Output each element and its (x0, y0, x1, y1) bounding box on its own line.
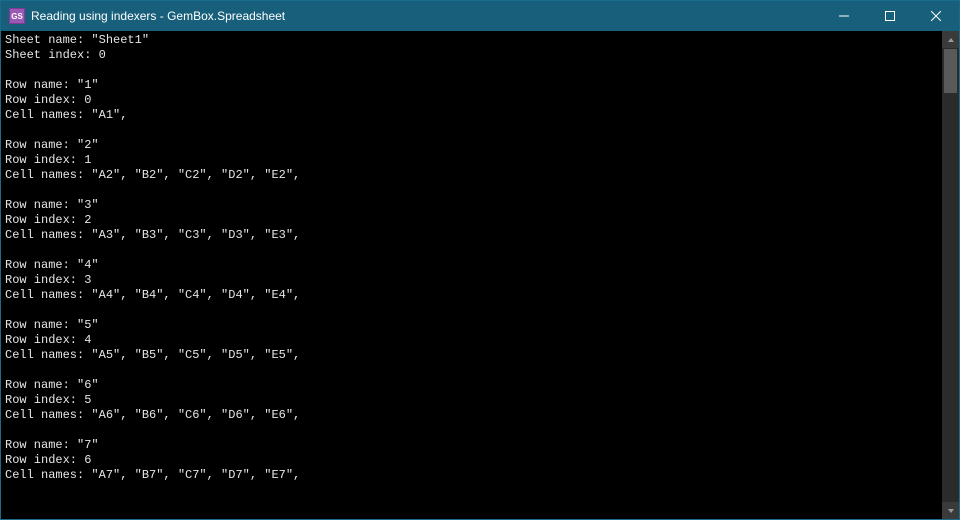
scroll-thumb[interactable] (944, 49, 957, 93)
console-output[interactable]: Sheet name: "Sheet1" Sheet index: 0 Row … (1, 31, 942, 519)
scroll-down-button[interactable] (942, 502, 959, 519)
titlebar[interactable]: GS Reading using indexers - GemBox.Sprea… (1, 1, 959, 31)
close-button[interactable] (913, 1, 959, 31)
window-title: Reading using indexers - GemBox.Spreadsh… (31, 9, 285, 23)
scroll-up-button[interactable] (942, 31, 959, 48)
app-icon: GS (9, 8, 25, 24)
vertical-scrollbar[interactable] (942, 31, 959, 519)
client-area: Sheet name: "Sheet1" Sheet index: 0 Row … (1, 31, 959, 519)
close-icon (931, 11, 941, 21)
chevron-down-icon (947, 507, 955, 515)
minimize-icon (839, 11, 849, 21)
app-window: GS Reading using indexers - GemBox.Sprea… (0, 0, 960, 520)
minimize-button[interactable] (821, 1, 867, 31)
maximize-icon (885, 11, 895, 21)
chevron-up-icon (947, 36, 955, 44)
maximize-button[interactable] (867, 1, 913, 31)
